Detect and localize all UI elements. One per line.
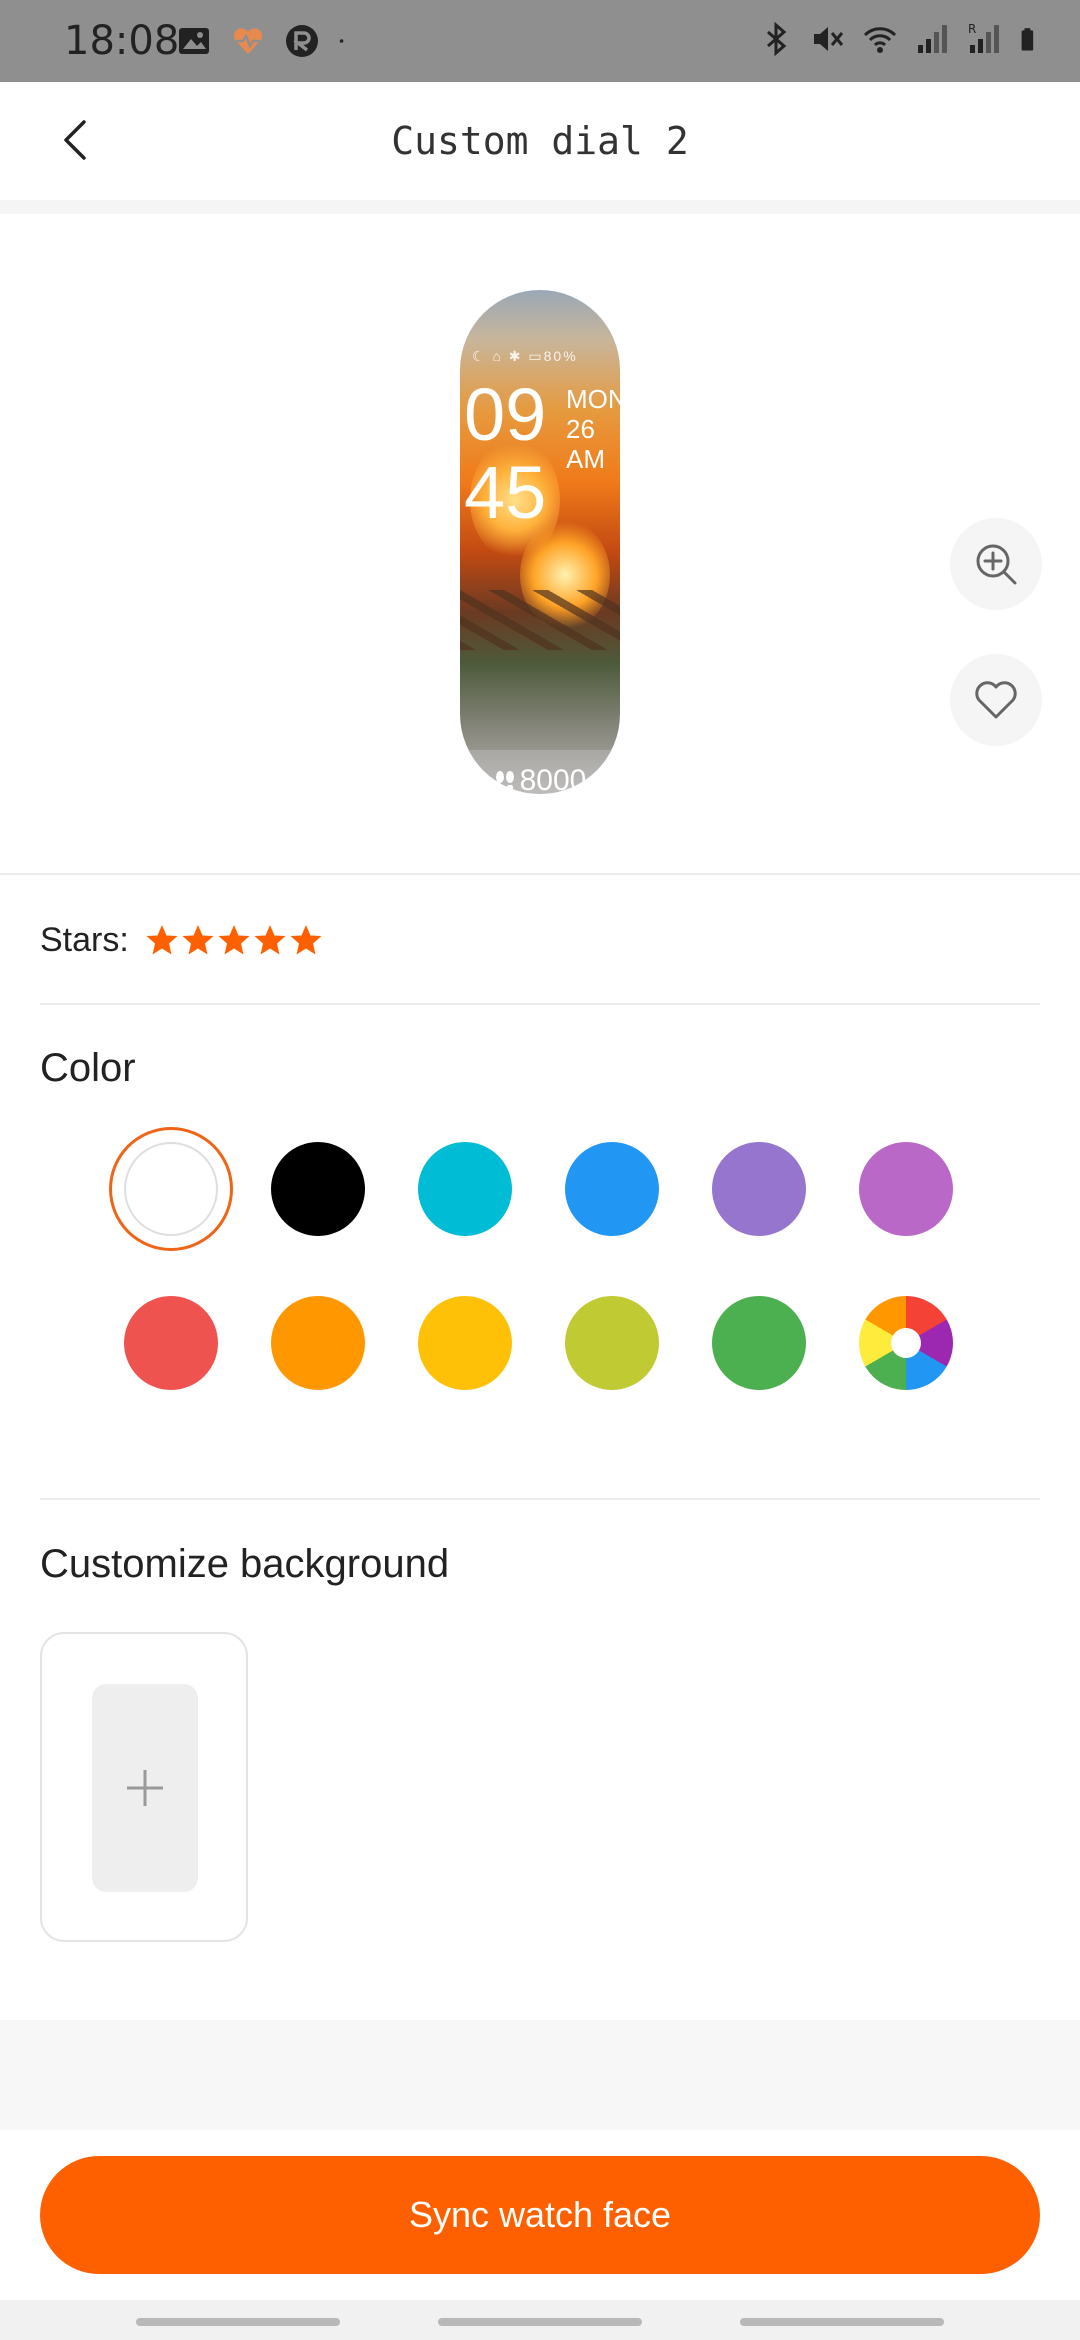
color-swatch-amber[interactable] <box>418 1296 512 1390</box>
svg-text:R: R <box>968 22 976 36</box>
star-icon <box>290 925 322 955</box>
zoom-in-icon <box>976 544 1017 585</box>
header-separator <box>0 200 1080 214</box>
back-button[interactable] <box>44 108 108 172</box>
heart-outline-icon <box>975 681 1017 719</box>
heart-app-icon <box>233 28 263 54</box>
star-icon <box>182 925 214 955</box>
watch-minute: 45 <box>464 451 547 534</box>
watch-date: 26 <box>566 414 595 444</box>
add-background-placeholder <box>92 1684 198 1892</box>
footprints-icon <box>495 771 514 790</box>
logs-graphic <box>460 590 620 650</box>
color-swatch-green[interactable] <box>712 1296 806 1390</box>
system-nav-bar <box>0 2300 1080 2340</box>
divider <box>40 1003 1040 1005</box>
watch-steps-value: 8000 <box>519 764 587 794</box>
chevron-left-icon <box>64 120 86 160</box>
zoom-button[interactable] <box>950 518 1042 610</box>
swatch-row <box>124 1296 956 1390</box>
color-swatch-orange[interactable] <box>271 1296 365 1390</box>
signal-roaming-icon: R <box>968 22 999 53</box>
background-section-title: Customize background <box>40 1542 450 1586</box>
color-swatch-white[interactable] <box>124 1142 218 1236</box>
watch-ampm: AM <box>566 444 605 474</box>
nav-back-handle[interactable] <box>740 2318 944 2326</box>
sync-watch-face-button[interactable]: Sync watch face <box>40 2156 1040 2274</box>
battery-icon <box>1021 28 1034 51</box>
nav-recents-handle[interactable] <box>136 2318 340 2326</box>
mute-icon <box>814 27 844 51</box>
color-swatch-black[interactable] <box>271 1142 365 1236</box>
watch-steps: 8000 <box>460 764 620 794</box>
status-right-icons: R <box>758 20 1044 58</box>
rating-stars <box>145 923 323 957</box>
color-swatch-blue[interactable] <box>565 1142 659 1236</box>
status-left-icons <box>176 22 354 60</box>
color-swatch-cyan[interactable] <box>418 1142 512 1236</box>
color-wheel-center <box>891 1328 921 1358</box>
watch-hour: 09 <box>464 373 547 456</box>
rating-label: Stars: <box>40 920 129 959</box>
star-icon <box>254 925 286 955</box>
dot-icon <box>339 39 344 43</box>
color-swatch-red[interactable] <box>124 1296 218 1390</box>
star-icon <box>218 925 250 955</box>
color-section-title: Color <box>40 1046 136 1090</box>
divider <box>40 1498 1040 1500</box>
color-swatch-custom-picker[interactable] <box>859 1296 953 1390</box>
watch-day: MON <box>566 384 620 414</box>
color-swatch-lavender[interactable] <box>712 1142 806 1236</box>
status-time: 18:08 <box>64 18 180 64</box>
gallery-icon <box>179 28 209 54</box>
divider <box>0 873 1080 875</box>
watch-face-preview-area: ☾ ⌂ ✱ ▭80% 09 45 MON 26 AM 8000 72 <box>0 214 1080 874</box>
nav-home-handle[interactable] <box>438 2318 642 2326</box>
plus-icon <box>127 1770 163 1806</box>
watch-status-icons: ☾ ⌂ ✱ ▭80% <box>472 348 578 364</box>
status-bar: 18:08 R <box>0 0 1080 82</box>
swatch-row <box>124 1142 956 1236</box>
color-swatch-lime[interactable] <box>565 1296 659 1390</box>
signal-icon <box>918 25 947 53</box>
favorite-button[interactable] <box>950 654 1042 746</box>
add-background-button[interactable] <box>40 1632 248 1942</box>
color-swatch-purple[interactable] <box>859 1142 953 1236</box>
bluetooth-icon <box>767 21 787 57</box>
bottom-spacer <box>0 2020 1080 2130</box>
app-header: Custom dial 2 <box>0 82 1080 200</box>
star-icon <box>146 925 178 955</box>
watch-face-preview: ☾ ⌂ ✱ ▭80% 09 45 MON 26 AM 8000 72 <box>460 290 620 794</box>
r-app-icon <box>286 25 318 57</box>
rating-row: Stars: <box>40 912 323 968</box>
page-title: Custom dial 2 <box>391 119 689 163</box>
wifi-icon <box>863 27 897 53</box>
